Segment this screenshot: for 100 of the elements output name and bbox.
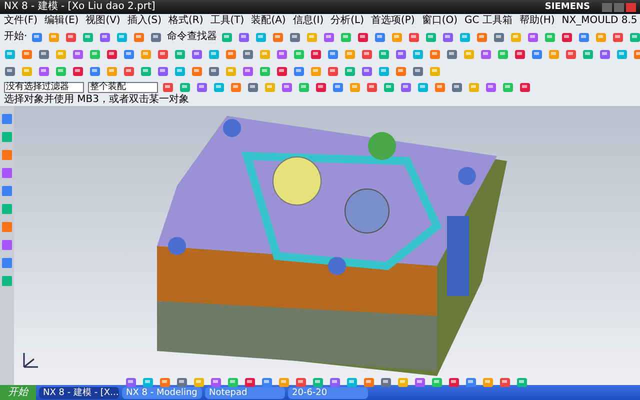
menu-item[interactable]: 编辑(E) <box>44 16 79 26</box>
start-button[interactable]: 开始· <box>4 32 28 42</box>
toolbar-icon[interactable] <box>89 48 102 61</box>
toolbar-icon[interactable] <box>329 376 342 389</box>
menu-item[interactable]: 文件(F) <box>4 16 38 26</box>
minimize-button[interactable] <box>602 2 612 12</box>
toolbar-icon[interactable] <box>312 376 325 389</box>
filter-dropdown[interactable]: 没有选择过滤器 <box>4 82 84 92</box>
toolbar-icon[interactable] <box>502 80 515 94</box>
toolbar-icon[interactable] <box>434 80 447 94</box>
toolbar-icon[interactable] <box>578 30 592 44</box>
menu-item[interactable]: 首选项(P) <box>370 16 415 26</box>
toolbar-icon[interactable] <box>499 376 512 389</box>
toolbar-icon[interactable] <box>242 65 255 78</box>
toolbar-icon[interactable] <box>400 80 413 94</box>
toolbar-icon[interactable] <box>238 30 252 44</box>
toolbar-icon[interactable] <box>255 30 268 44</box>
toolbar-icon[interactable] <box>397 376 410 389</box>
toolbar-icon[interactable] <box>225 48 238 61</box>
toolbar-icon[interactable] <box>332 80 345 94</box>
toolbar-icon[interactable] <box>446 48 459 61</box>
toolbar-icon[interactable] <box>599 48 612 61</box>
toolbar-icon[interactable] <box>417 80 430 94</box>
toolbar-icon[interactable] <box>99 30 112 44</box>
taskbar-task[interactable]: NX 8 - 建模 - [X... <box>39 386 119 398</box>
toolbar-icon[interactable] <box>561 30 574 44</box>
toolbar-icon[interactable] <box>527 30 540 44</box>
toolbar-icon[interactable] <box>451 80 464 94</box>
toolbar-icon[interactable] <box>629 30 640 44</box>
toolbar-icon[interactable] <box>612 30 626 44</box>
menu-item[interactable]: 分析(L) <box>330 16 364 26</box>
toolbar-icon[interactable] <box>116 30 130 44</box>
toolbar-icon[interactable] <box>125 376 138 389</box>
toolbar-icon[interactable] <box>276 65 289 78</box>
toolbar-icon[interactable] <box>242 48 255 61</box>
toolbar-icon[interactable] <box>174 48 187 61</box>
menu-item[interactable]: 帮助(H) <box>519 16 555 26</box>
toolbar-icon[interactable] <box>448 376 461 389</box>
close-button[interactable] <box>626 2 636 12</box>
toolbar-icon[interactable] <box>519 80 532 94</box>
maximize-button[interactable] <box>614 2 624 12</box>
toolbar-icon[interactable] <box>344 65 357 78</box>
toolbar-icon[interactable] <box>106 48 119 61</box>
toolbar-icon[interactable] <box>179 80 192 94</box>
toolbar-icon[interactable] <box>72 65 85 78</box>
toolbar-icon[interactable] <box>383 80 396 94</box>
toolbar-icon[interactable] <box>150 30 164 44</box>
toolbar-icon[interactable] <box>327 65 340 78</box>
menu-item[interactable]: GC 工具箱 <box>464 16 512 26</box>
toolbar-icon[interactable] <box>565 48 578 61</box>
toolbar-icon[interactable] <box>378 48 391 61</box>
toolbar-icon[interactable] <box>4 48 17 61</box>
toolbar-icon[interactable] <box>298 80 311 94</box>
scope-dropdown[interactable]: 整个装配 <box>88 82 158 92</box>
toolbar-icon[interactable] <box>38 65 51 78</box>
taskbar-task[interactable]: NX 8 - Modeling <box>122 386 202 398</box>
toolbar-icon[interactable] <box>174 65 187 78</box>
toolbar-icon[interactable] <box>65 30 78 44</box>
toolbar-icon[interactable] <box>395 65 408 78</box>
toolbar-icon[interactable] <box>281 80 294 94</box>
toolbar-icon[interactable] <box>176 376 189 389</box>
start-menu-button[interactable]: 开始 <box>0 385 36 400</box>
toolbar-icon[interactable] <box>55 65 68 78</box>
toolbar-icon[interactable] <box>493 30 506 44</box>
toolbar-icon[interactable] <box>340 30 354 44</box>
toolbar-icon[interactable] <box>82 30 96 44</box>
toolbar-icon[interactable] <box>414 376 427 389</box>
menu-item[interactable]: 插入(S) <box>127 16 162 26</box>
toolbar-icon[interactable] <box>476 30 490 44</box>
toolbar-icon[interactable] <box>276 48 289 61</box>
toolbar-icon[interactable] <box>272 30 286 44</box>
toolbar-icon[interactable] <box>357 30 370 44</box>
toolbar-icon[interactable] <box>123 65 136 78</box>
toolbar-icon[interactable] <box>191 65 204 78</box>
menu-item[interactable]: 视图(V) <box>86 16 120 26</box>
taskbar-task[interactable]: Notepad <box>205 386 285 398</box>
toolbar-icon[interactable] <box>516 376 529 389</box>
toolbar-icon[interactable] <box>366 80 379 94</box>
toolbar-icon[interactable] <box>616 48 629 61</box>
toolbar-icon[interactable] <box>157 48 170 61</box>
toolbar-icon[interactable] <box>210 376 223 389</box>
toolbar-icon[interactable] <box>140 65 153 78</box>
toolbar-icon[interactable] <box>544 30 558 44</box>
toolbar-icon[interactable] <box>261 376 274 389</box>
toolbar-icon[interactable] <box>123 48 136 61</box>
toolbar-icon[interactable] <box>315 80 328 94</box>
taskbar-task[interactable]: 20-6-20 <box>288 386 368 398</box>
toolbar-icon[interactable] <box>361 48 374 61</box>
toolbar-icon[interactable] <box>21 48 34 61</box>
menu-item[interactable]: 装配(A) <box>251 16 286 26</box>
toolbar-icon[interactable] <box>142 376 155 389</box>
toolbar-icon[interactable] <box>412 65 425 78</box>
toolbar-icon[interactable] <box>412 48 425 61</box>
toolbar-icon[interactable] <box>295 376 308 389</box>
toolbar-icon[interactable] <box>259 65 272 78</box>
toolbar-icon[interactable] <box>582 48 595 61</box>
toolbar-icon[interactable] <box>310 48 323 61</box>
command-finder-button[interactable]: 命令查找器 <box>167 32 218 42</box>
toolbar-icon[interactable] <box>408 30 422 44</box>
toolbar-icon[interactable] <box>38 48 51 61</box>
